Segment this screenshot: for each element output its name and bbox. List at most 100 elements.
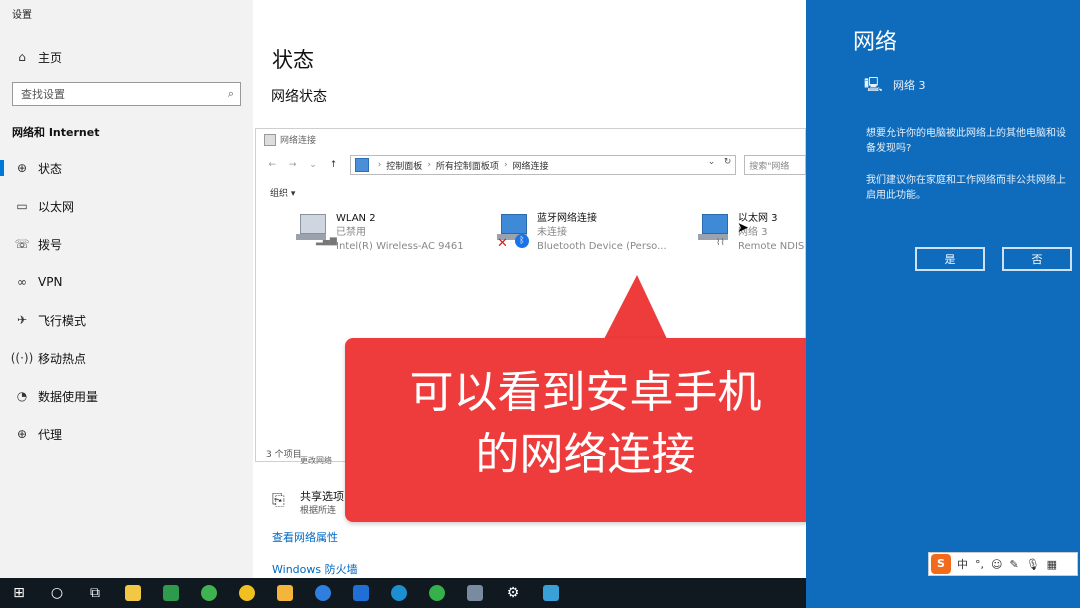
grid-icon[interactable]: ▦ (1047, 558, 1057, 571)
control-panel-icon (354, 158, 369, 172)
adapter-bluetooth[interactable]: ✕ ᛒ 蓝牙网络连接 未连接 Bluetooth Device (Perso..… (497, 212, 667, 260)
partial-label: 更改网络 (300, 456, 332, 465)
file-explorer-icon[interactable] (114, 578, 152, 608)
sidebar-item-label: 移动热点 (38, 351, 87, 366)
app-green-icon[interactable] (418, 578, 456, 608)
bluetooth-icon: ᛒ (515, 234, 529, 248)
sidebar-item-label: VPN (38, 275, 63, 289)
share-options-title[interactable]: 共享选项 (300, 488, 344, 504)
sidebar-item-data-usage[interactable]: ◔ 数据使用量 (0, 379, 253, 413)
no-button[interactable]: 否 (1002, 247, 1072, 271)
vpn-icon: ∞ (17, 275, 27, 289)
sidebar-item-vpn[interactable]: ∞ VPN (0, 265, 253, 299)
share-icon: ⎘ (272, 490, 285, 509)
globe-icon: ⊕ (16, 427, 28, 441)
sidebar-item-proxy[interactable]: ⊕ 代理 (0, 417, 253, 451)
window-icon (264, 133, 276, 146)
network-adapter-icon: ✕ ᛒ (497, 212, 531, 251)
window-title: 网络连接 (264, 133, 316, 146)
breadcrumb-item[interactable]: 所有控制面板项 (436, 159, 499, 172)
refresh-icon[interactable]: ↻ (724, 157, 732, 167)
section-title: 网络和 Internet (12, 126, 100, 139)
cortana-search-icon[interactable]: ○ (38, 578, 76, 608)
start-windows-icon[interactable]: ⊞ (0, 578, 38, 608)
section-subtitle: 网络状态 (271, 89, 327, 105)
app-title: 设置 (12, 10, 32, 21)
sidebar-item-label: 飞行模式 (38, 313, 87, 328)
organize-menu[interactable]: 组织 ▾ (270, 186, 295, 199)
search-input[interactable]: 查找设置 ⌕ (12, 82, 241, 106)
sidebar-item-label: 代理 (38, 427, 63, 442)
address-field[interactable]: › 控制面板 › 所有控制面板项 › 网络连接 ⌄ ↻ (349, 155, 737, 175)
ethernet-icon: ▭ (16, 199, 28, 213)
sogou-logo-icon[interactable]: S (931, 554, 951, 574)
search-icon: ⌕ (227, 87, 234, 100)
ime-toolbar: S 中 °, ☺ ✎ 🎙 ▦ (928, 552, 1078, 576)
punctuation-icon[interactable]: °, (975, 558, 984, 571)
data-usage-icon: ◔ (16, 389, 28, 403)
app-blue-square-icon[interactable] (342, 578, 380, 608)
flyout-title: 网络 (853, 30, 898, 55)
window-search-input[interactable]: 搜索"网络 (744, 155, 806, 175)
disconnected-x-icon: ✕ (497, 236, 508, 251)
sidebar-item-label: 状态 (38, 161, 63, 176)
airplane-icon: ✈ (16, 313, 28, 327)
up-arrow-icon[interactable]: ↑ (323, 160, 343, 170)
search-app-icon[interactable] (380, 578, 418, 608)
adapter-ethernet[interactable]: ⌇⌇ 以太网 3 网络 3 Remote NDIS (698, 212, 806, 260)
sidebar-item-status[interactable]: ⊕ 状态 (0, 151, 253, 185)
back-arrow-icon[interactable]: ← (262, 160, 282, 170)
sidebar-item-label: 以太网 (38, 199, 75, 214)
microphone-icon[interactable]: 🎙 (1026, 558, 1040, 571)
dialup-icon: ☏ (14, 237, 30, 251)
breadcrumb-item[interactable]: 控制面板 (386, 159, 422, 172)
sidebar-item-dialup[interactable]: ☏ 拨号 (0, 227, 253, 261)
app-k-icon[interactable] (304, 578, 342, 608)
page-title: 状态 (272, 48, 314, 72)
task-view-icon[interactable]: ⧉ (76, 578, 114, 608)
cable-icon: ⌇⌇ (716, 238, 725, 248)
sidebar-item-label: 数据使用量 (38, 389, 99, 404)
address-bar: ← → ⌄ ↑ › 控制面板 › 所有控制面板项 › 网络连接 ⌄ ↻ 搜索"网… (262, 154, 806, 176)
network-adapter-icon: ▂▄▆ (296, 212, 337, 248)
discovery-recommendation: 我们建议你在家庭和工作网络而非公共网络上启用此功能。 (866, 175, 1066, 201)
app-yellow-icon[interactable] (266, 578, 304, 608)
sidebar-item-airplane[interactable]: ✈ 飞行模式 (0, 303, 253, 337)
notes-app-icon[interactable] (152, 578, 190, 608)
home-icon: ⌂ (18, 50, 26, 64)
hotspot-icon: ((·)) (10, 351, 34, 365)
dropdown-icon[interactable]: ⌄ (303, 160, 323, 170)
share-options-subtitle: 根据所连 (300, 506, 337, 516)
network-flyout (806, 0, 1080, 608)
discovery-question: 想要允许你的电脑被此网络上的其他电脑和设备发现吗? (866, 128, 1066, 154)
sidebar-item-home[interactable]: ⌂ 主页 (0, 40, 253, 74)
chevron-down-icon[interactable]: ⌄ (708, 157, 716, 167)
forward-arrow-icon[interactable]: → (282, 160, 302, 170)
item-count: 3 个项目 (266, 450, 302, 460)
breadcrumb-item[interactable]: 网络连接 (513, 159, 549, 172)
emoji-icon[interactable]: ☺ (991, 558, 1002, 571)
windows-firewall-link[interactable]: Windows 防火墙 (272, 561, 358, 577)
flyout-network-name: 网络 3 (893, 79, 926, 92)
sidebar-item-label: 拨号 (38, 237, 63, 252)
sidebar-item-ethernet[interactable]: ▭ 以太网 (0, 189, 253, 223)
signal-bars-icon: ▂▄▆ (316, 236, 337, 246)
taskbar: ⊞ ○ ⧉ ⚙ (0, 578, 806, 608)
ime-mode[interactable]: 中 (957, 556, 968, 572)
display-app-icon[interactable] (532, 578, 570, 608)
status-icon: ⊕ (16, 161, 28, 175)
sidebar-item-label: 主页 (38, 50, 63, 65)
sidebar-item-hotspot[interactable]: ((·)) 移动热点 (0, 341, 253, 375)
network-monitor-icon: 🖳 (864, 77, 883, 93)
callout-text: 可以看到安卓手机 的网络连接 (409, 367, 762, 480)
network-app-icon[interactable] (456, 578, 494, 608)
settings-gear-icon[interactable]: ⚙ (494, 578, 532, 608)
adapter-wlan[interactable]: ▂▄▆ WLAN 2 已禁用 Intel(R) Wireless-AC 9461 (296, 212, 464, 260)
wechat-icon[interactable] (190, 578, 228, 608)
yes-button[interactable]: 是 (915, 247, 985, 271)
mouse-cursor-icon: ➤ (737, 220, 749, 236)
view-network-properties-link[interactable]: 查看网络属性 (272, 529, 338, 545)
pen-icon[interactable]: ✎ (1009, 558, 1018, 571)
qq-icon[interactable] (228, 578, 266, 608)
network-adapter-icon: ⌇⌇ (698, 212, 732, 248)
